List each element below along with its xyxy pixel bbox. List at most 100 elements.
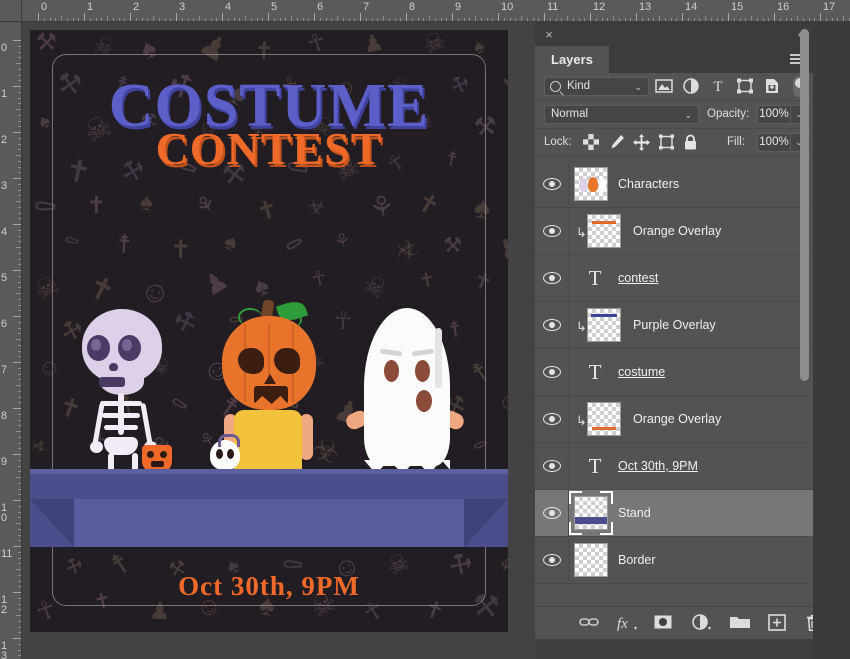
pumpkin-head <box>222 316 316 410</box>
pixel-layer-filter-icon[interactable] <box>655 78 673 95</box>
layer-thumbnail[interactable] <box>587 402 621 436</box>
vertical-ruler[interactable]: 01234567891011121314 <box>0 22 22 659</box>
layer-visibility-toggle[interactable] <box>535 443 569 489</box>
layer-thumbnail[interactable] <box>574 543 608 577</box>
new-group-icon[interactable] <box>729 614 751 632</box>
layer-row[interactable]: Stand <box>535 490 813 537</box>
filter-kind-select[interactable]: Kind ⌄ <box>544 77 649 96</box>
ruler-v-label: 8 <box>1 410 8 422</box>
clipping-mask-arrow-icon: ↳ <box>576 413 587 428</box>
lock-artboard-nesting-icon[interactable] <box>658 134 675 151</box>
blend-mode-row: Normal ⌄ Opacity: 100% ⌄ <box>535 101 813 129</box>
adjustment-layer-filter-icon[interactable] <box>682 78 700 95</box>
ruler-v-label: 0 <box>1 42 8 54</box>
layer-thumbnail[interactable] <box>587 214 621 248</box>
layer-visibility-toggle[interactable] <box>535 302 569 348</box>
layer-name: contest <box>618 271 659 285</box>
ruler-corner[interactable] <box>0 0 22 22</box>
layer-row[interactable]: ↳ Orange Overlay <box>535 396 813 443</box>
ruler-v-label: 11 <box>1 548 13 560</box>
doodle-glyph: ✝ <box>59 629 86 632</box>
ghost-sheet <box>364 308 450 466</box>
layer-row[interactable]: Tcontest <box>535 255 813 302</box>
add-layer-mask-icon[interactable] <box>653 614 673 632</box>
lock-position-icon[interactable] <box>633 134 650 151</box>
filter-kind-label: Kind <box>567 80 591 92</box>
doodle-glyph: ⚒ <box>35 30 58 57</box>
skeleton-mouth <box>99 377 125 387</box>
layer-visibility-toggle[interactable] <box>535 161 569 207</box>
layer-visibility-toggle[interactable] <box>535 537 569 583</box>
blend-mode-select[interactable]: Normal ⌄ <box>544 105 699 124</box>
ghost-eye-right <box>415 360 430 382</box>
lock-transparent-pixels-icon[interactable] <box>583 134 600 151</box>
poster-date-text: Oct 30th, 9PM <box>178 571 360 601</box>
panel-titlebar: × « <box>535 25 813 46</box>
layers-list[interactable]: Characters ↳ Orange Overlay Tcontest ↳ Purple… <box>535 161 813 593</box>
ruler-v-label: 7 <box>1 364 8 376</box>
ruler-v-label: 13 <box>1 640 8 659</box>
pumpkin-mouth <box>254 386 288 404</box>
doodle-glyph: ☠ <box>331 629 351 632</box>
layer-visibility-toggle[interactable] <box>535 396 569 442</box>
skull-bucket-icon <box>210 434 240 470</box>
ruler-v-label: 1 <box>1 88 8 100</box>
pumpkin-eye-right <box>274 348 300 374</box>
layer-visibility-toggle[interactable] <box>535 349 569 395</box>
ruler-h-label: 3 <box>179 1 186 13</box>
layer-row[interactable]: Tcostume <box>535 349 813 396</box>
search-icon <box>550 81 561 92</box>
layer-visibility-toggle[interactable] <box>535 490 569 536</box>
photoshop-window: 0123456789101112131415161718 01234567891… <box>0 0 850 659</box>
layers-scrollbar[interactable] <box>800 29 809 581</box>
layer-thumbnail[interactable] <box>574 167 608 201</box>
layers-scrollbar-thumb[interactable] <box>800 29 809 381</box>
clipping-mask-arrow-icon: ↳ <box>576 225 587 240</box>
ruler-h-label: 17 <box>823 1 836 13</box>
layer-row[interactable]: Characters <box>535 161 813 208</box>
type-layer-filter-icon[interactable]: T <box>709 78 727 95</box>
panel-tabbar: Layers <box>535 46 813 73</box>
layer-row[interactable]: ↳ Purple Overlay <box>535 302 813 349</box>
shape-layer-filter-icon[interactable] <box>736 78 754 95</box>
skeleton-rib <box>100 401 142 406</box>
fill-input[interactable]: 100% <box>757 133 791 152</box>
close-icon[interactable]: × <box>542 28 556 42</box>
eye-icon <box>543 554 561 566</box>
link-layers-icon[interactable] <box>579 614 599 632</box>
layer-name: Orange Overlay <box>633 224 722 238</box>
layer-row[interactable]: T Oct 30th, 9PM <box>535 443 813 490</box>
layer-visibility-toggle[interactable] <box>535 208 569 254</box>
skeleton-rib <box>104 425 138 430</box>
ruler-h-label: 11 <box>547 1 559 13</box>
tab-layers[interactable]: Layers <box>535 46 609 73</box>
new-adjustment-layer-icon[interactable] <box>691 614 711 632</box>
skeleton-rib <box>102 413 140 418</box>
layer-visibility-toggle[interactable] <box>535 255 569 301</box>
ruler-h-label: 16 <box>777 1 790 13</box>
opacity-input[interactable]: 100% <box>757 105 791 124</box>
svg-text:T: T <box>713 79 722 94</box>
ruler-h-label: 2 <box>133 1 140 13</box>
artboard[interactable]: ⚒ ☠ ♠ ♟ ✝ ☥ ♟ ☠ ♠ ⚒ ☨ ⚒ ♠ ☥ ☺ ☠ ⚒ ⚘ ♠ ☠ ⚒ ☺ ♠ ☠ ☥ ☠ ⚒ ✝ ⚒ ⚰ ⚒ ⚰ ☠ ☥ ☨ ☺ ⚰ ✝ ♠ ⚘… <box>30 30 508 632</box>
canvas-area[interactable]: ⚒ ☠ ♠ ♟ ✝ ☥ ♟ ☠ ♠ ⚒ ☨ ⚒ ♠ ☥ ☺ ☠ ⚒ ⚘ ♠ ☠ ⚒ ☺ ♠ ☠ ☥ ☠ ⚒ ✝ ⚒ ⚰ ⚒ ⚰ ☠ ☥ ☨ ☺ ⚰ ✝ ♠ ⚘… <box>22 22 535 659</box>
new-layer-icon[interactable] <box>768 614 786 632</box>
pumpkin-nose <box>264 374 276 384</box>
lock-image-pixels-icon[interactable] <box>608 134 625 151</box>
lock-all-icon[interactable] <box>683 134 700 151</box>
layer-style-fx-icon[interactable]: fx <box>616 614 637 632</box>
smart-object-filter-icon[interactable] <box>763 78 781 95</box>
ruler-h-label: 1 <box>87 1 94 13</box>
poster-title: COSTUME CONTEST <box>30 75 508 171</box>
skeleton-nose <box>109 363 118 371</box>
layer-thumbnail[interactable] <box>587 308 621 342</box>
layer-row[interactable]: ↳ Orange Overlay <box>535 208 813 255</box>
eye-icon <box>543 225 561 237</box>
ruler-v-label: 6 <box>1 318 8 330</box>
ruler-v-label: 2 <box>1 134 8 146</box>
horizontal-ruler[interactable]: 0123456789101112131415161718 <box>22 0 850 22</box>
type-layer-icon: T <box>588 266 602 290</box>
blend-mode-value: Normal <box>551 108 589 120</box>
type-layer-icon: T <box>588 360 602 384</box>
layer-row[interactable]: Border <box>535 537 813 584</box>
